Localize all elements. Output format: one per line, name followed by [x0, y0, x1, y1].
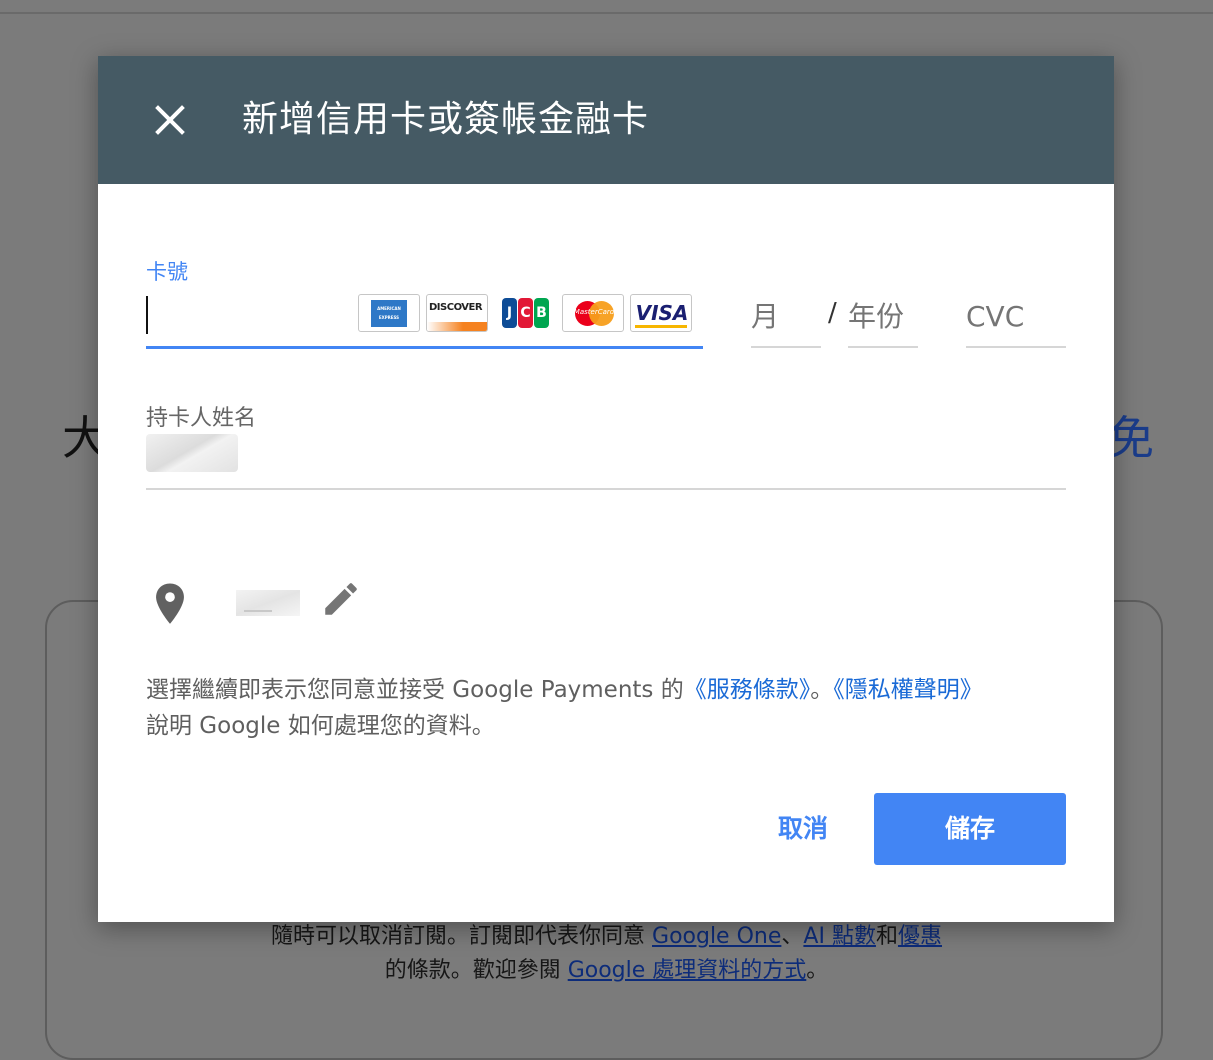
- expiry-year-field[interactable]: [848, 288, 918, 348]
- card-number-label: 卡號: [146, 260, 188, 284]
- dialog-title: 新增信用卡或簽帳金融卡: [242, 99, 650, 140]
- visa-logo-icon: VISA: [630, 294, 692, 332]
- jcb-logo-icon: J C B: [494, 294, 556, 332]
- background-footer-terms: 隨時可以取消訂閱。訂閱即代表你同意 Google One、AI 點數和優惠 的條…: [0, 920, 1213, 988]
- expiry-separator: /: [828, 298, 837, 328]
- expiry-month-field[interactable]: [751, 288, 821, 348]
- location-pin-icon: [156, 583, 184, 624]
- footer-separator: 、: [781, 924, 804, 949]
- close-icon: [155, 105, 185, 135]
- offers-terms-link[interactable]: 優惠: [898, 924, 942, 949]
- privacy-notice-link[interactable]: 《隱私權聲明》: [833, 677, 983, 703]
- redacted-address-value: [236, 590, 300, 616]
- dialog-header: 新增信用卡或簽帳金融卡: [98, 56, 1114, 184]
- footer-period: 。: [806, 958, 829, 983]
- terms-of-service-link[interactable]: 《服務條款》: [684, 677, 811, 703]
- cardholder-name-field[interactable]: [146, 430, 1066, 490]
- terms-separator: 。: [810, 677, 834, 703]
- expiry-month-input[interactable]: [751, 294, 821, 338]
- background-top-bar: [0, 0, 1213, 14]
- card-number-input[interactable]: [150, 292, 354, 340]
- card-brand-logos: AMERICAN EXPRESS DISCOVER J C B MasterCa…: [358, 294, 692, 334]
- close-button[interactable]: [146, 96, 194, 144]
- cardholder-name-label: 持卡人姓名: [146, 406, 257, 431]
- card-number-field[interactable]: AMERICAN EXPRESS DISCOVER J C B MasterCa…: [146, 288, 703, 349]
- save-button[interactable]: 儲存: [874, 793, 1066, 865]
- discover-logo-icon: DISCOVER: [426, 294, 488, 332]
- cancel-button[interactable]: 取消: [758, 793, 848, 865]
- google-one-terms-link[interactable]: Google One: [652, 924, 781, 949]
- payments-terms-text: 選擇繼續即表示您同意並接受 Google Payments 的《服務條款》。《隱…: [146, 672, 1076, 744]
- mastercard-logo-icon: MasterCard: [562, 294, 624, 332]
- terms-text: 選擇繼續即表示您同意並接受 Google Payments 的: [146, 677, 684, 703]
- expiry-year-input[interactable]: [848, 294, 918, 338]
- cvc-field[interactable]: [966, 288, 1066, 348]
- amex-logo-icon: AMERICAN EXPRESS: [358, 294, 420, 332]
- edit-address-icon[interactable]: [320, 578, 362, 620]
- text-caret: [146, 296, 148, 334]
- footer-text-line2: 的條款。歡迎參閱: [384, 958, 568, 983]
- footer-text: 隨時可以取消訂閱。訂閱即代表你同意: [271, 924, 653, 949]
- cvc-input[interactable]: [966, 294, 1066, 338]
- background-heading-fragment-right: 免: [1108, 411, 1154, 465]
- terms-text-line2: 說明 Google 如何處理您的資料。: [146, 713, 495, 739]
- add-card-dialog: 新增信用卡或簽帳金融卡 卡號 AMERICAN EXPRESS DISCOVER…: [98, 56, 1114, 922]
- footer-text-and: 和: [875, 924, 898, 949]
- data-processing-link[interactable]: Google 處理資料的方式: [568, 958, 807, 983]
- redacted-name-value: [146, 434, 238, 472]
- ai-points-terms-link[interactable]: AI 點數: [803, 924, 876, 949]
